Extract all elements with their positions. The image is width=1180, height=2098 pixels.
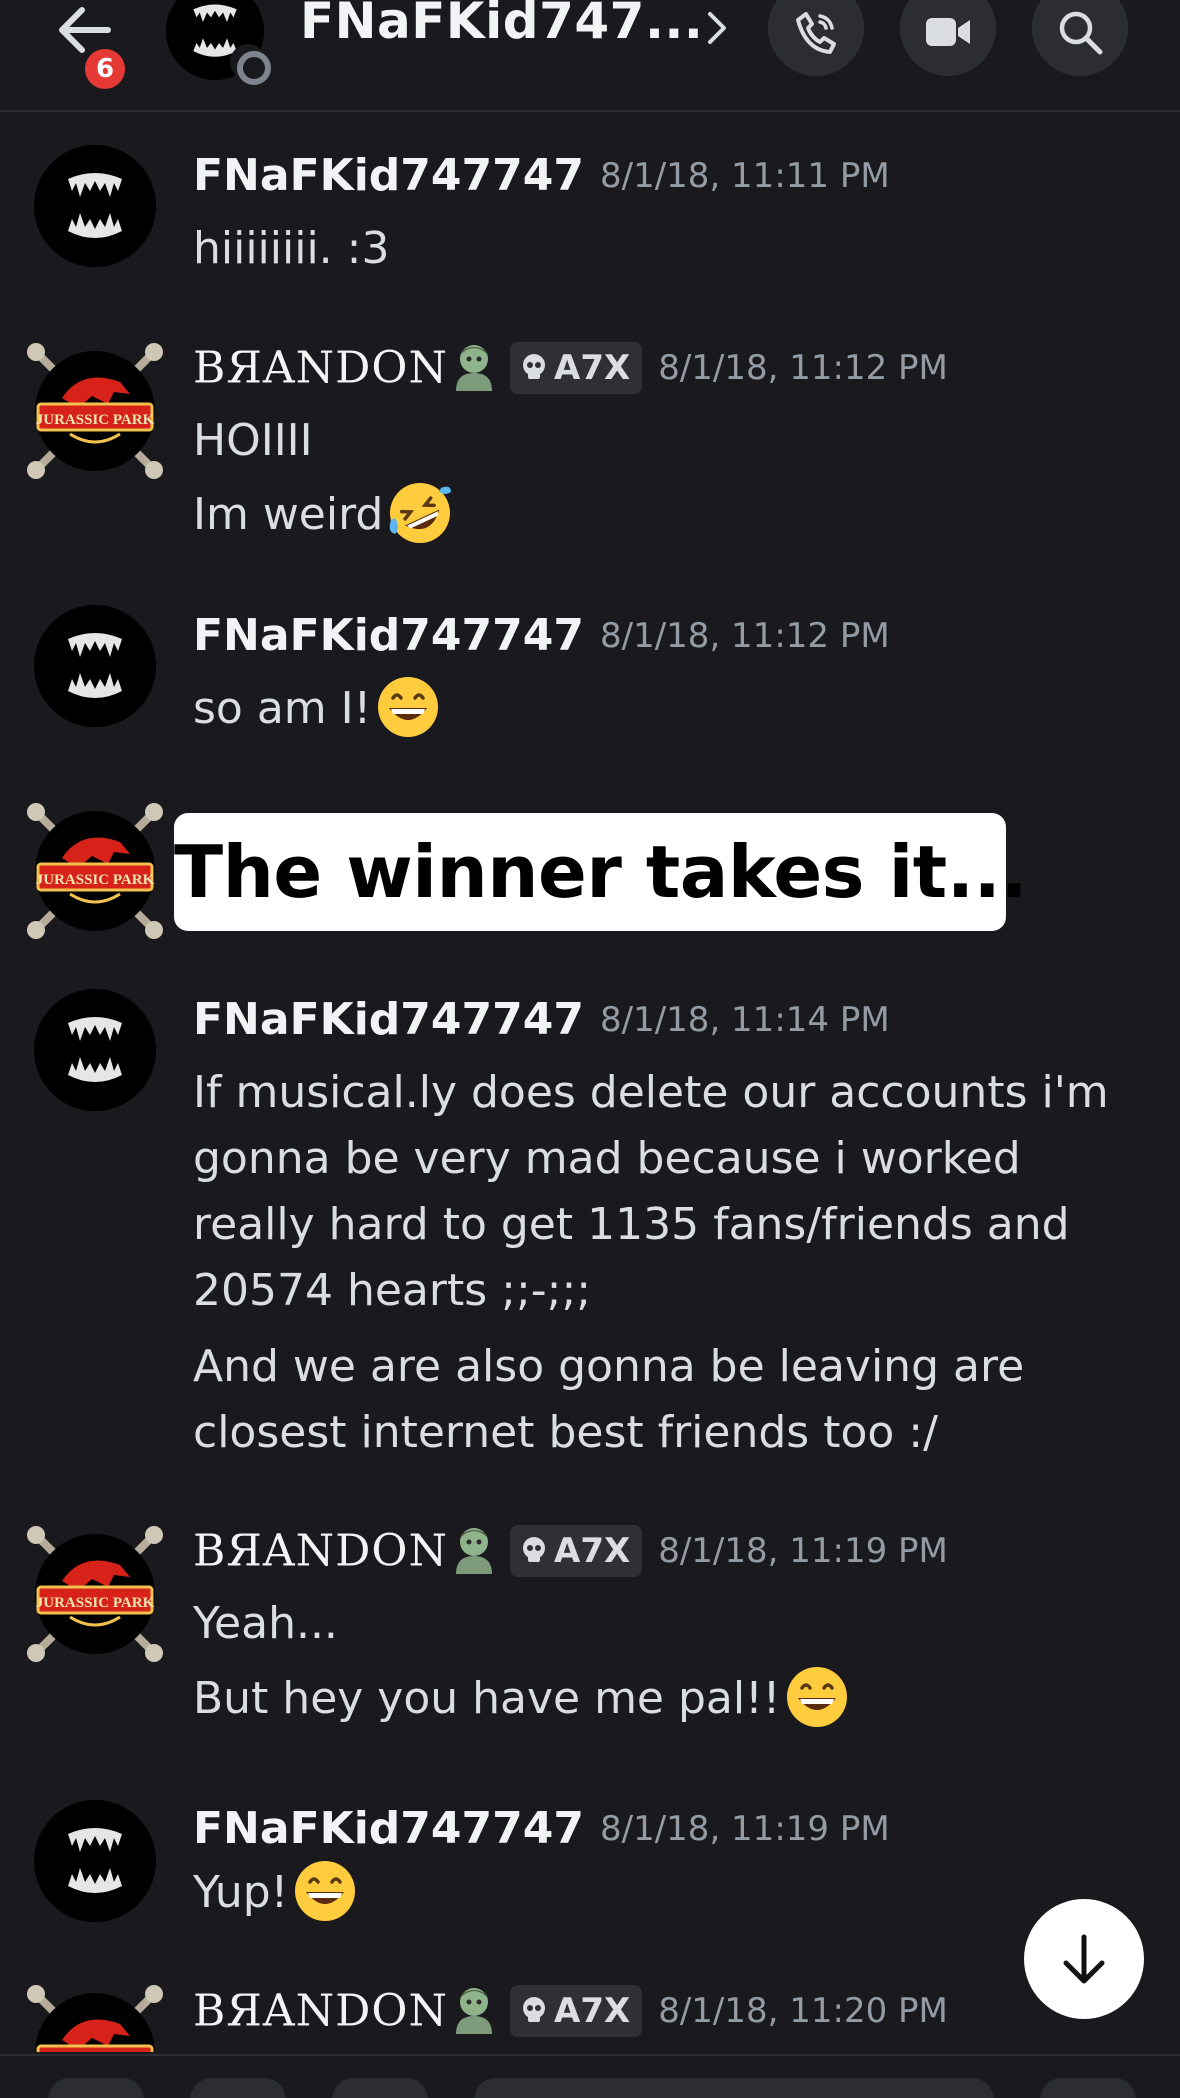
- server-tag[interactable]: A7X: [510, 1985, 643, 2037]
- message-timestamp: 8/1/18, 11:20 PM: [658, 1991, 948, 2031]
- jump-to-bottom-button[interactable]: [1024, 1899, 1144, 2019]
- zombie-emoji-icon: [456, 1988, 492, 2034]
- dm-chat-screen: 6 FNaFKid747... FNaFKid747747 8/1/18, 11…: [0, 0, 1180, 2098]
- message-group: BЯANDON A7X 8/1/18, 11:20 PM: [0, 0, 1180, 2052]
- jurassic-park-avatar-icon: [22, 1980, 168, 2052]
- message-composer-bar: [0, 2054, 1180, 2098]
- arrow-down-icon: [1063, 1934, 1105, 1984]
- message-header: BЯANDON A7X 8/1/18, 11:20 PM: [193, 1984, 948, 2038]
- composer-action-button[interactable]: [1040, 2078, 1136, 2098]
- composer-action-button[interactable]: [190, 2078, 286, 2098]
- composer-action-button[interactable]: [332, 2078, 428, 2098]
- server-tag-label: A7X: [554, 1991, 631, 2031]
- message-input[interactable]: [474, 2078, 994, 2098]
- skull-icon: [523, 1996, 545, 2022]
- author-name[interactable]: BЯANDON: [193, 1986, 448, 2037]
- user-avatar[interactable]: [22, 1980, 168, 2052]
- composer-action-button[interactable]: [48, 2078, 144, 2098]
